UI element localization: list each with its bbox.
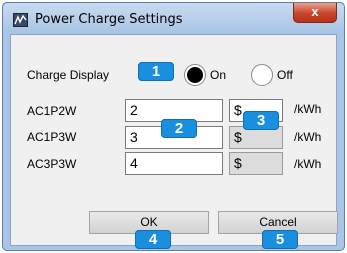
- row-label-ac1p3w: AC1P3W: [27, 130, 77, 144]
- callout-badge-2: 2: [161, 119, 197, 138]
- rate-input-ac3p3w[interactable]: 4: [125, 152, 223, 175]
- radio-on[interactable]: [184, 64, 206, 86]
- callout-badge-1: 1: [138, 62, 174, 81]
- dialog-client-area: Charge Display 1 On Off AC1P2W 2 $ /kWh …: [10, 34, 338, 249]
- radio-off[interactable]: [251, 64, 273, 86]
- row-label-ac1p2w: AC1P2W: [27, 104, 77, 118]
- callout-badge-3: 3: [243, 111, 279, 130]
- title-bar[interactable]: Power Charge Settings x: [3, 3, 344, 33]
- callout-badge-5: 5: [262, 230, 298, 249]
- callout-badge-4: 4: [135, 230, 171, 249]
- unit-label-ac1p3w: /kWh: [294, 130, 322, 144]
- app-icon: [13, 13, 28, 27]
- dialog-window: Power Charge Settings x Charge Display 1…: [2, 2, 345, 251]
- unit-label-ac1p2w: /kWh: [294, 102, 322, 116]
- radio-off-label: Off: [277, 68, 293, 82]
- close-button[interactable]: x: [293, 3, 337, 23]
- radio-on-label: On: [210, 68, 227, 82]
- row-label-ac3p3w: AC3P3W: [27, 157, 77, 171]
- currency-field-ac3p3w: $: [229, 152, 283, 175]
- window-title: Power Charge Settings: [35, 12, 183, 27]
- charge-display-label: Charge Display: [27, 68, 110, 82]
- unit-label-ac3p3w: /kWh: [294, 157, 322, 171]
